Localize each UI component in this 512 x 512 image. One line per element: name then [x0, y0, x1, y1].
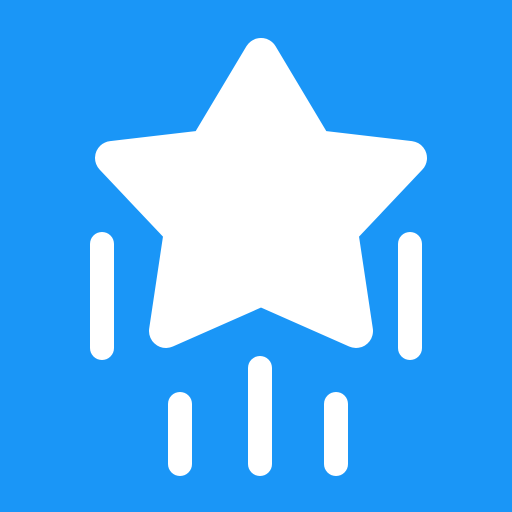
trail-bar-center-right	[324, 392, 348, 476]
app-icon	[0, 0, 512, 512]
shooting-star-icon	[0, 0, 512, 512]
trail-bar-right	[398, 232, 422, 360]
trail-bar-left	[90, 232, 114, 360]
trail-bar-center-left	[168, 392, 192, 476]
trail-bar-center	[248, 356, 272, 476]
